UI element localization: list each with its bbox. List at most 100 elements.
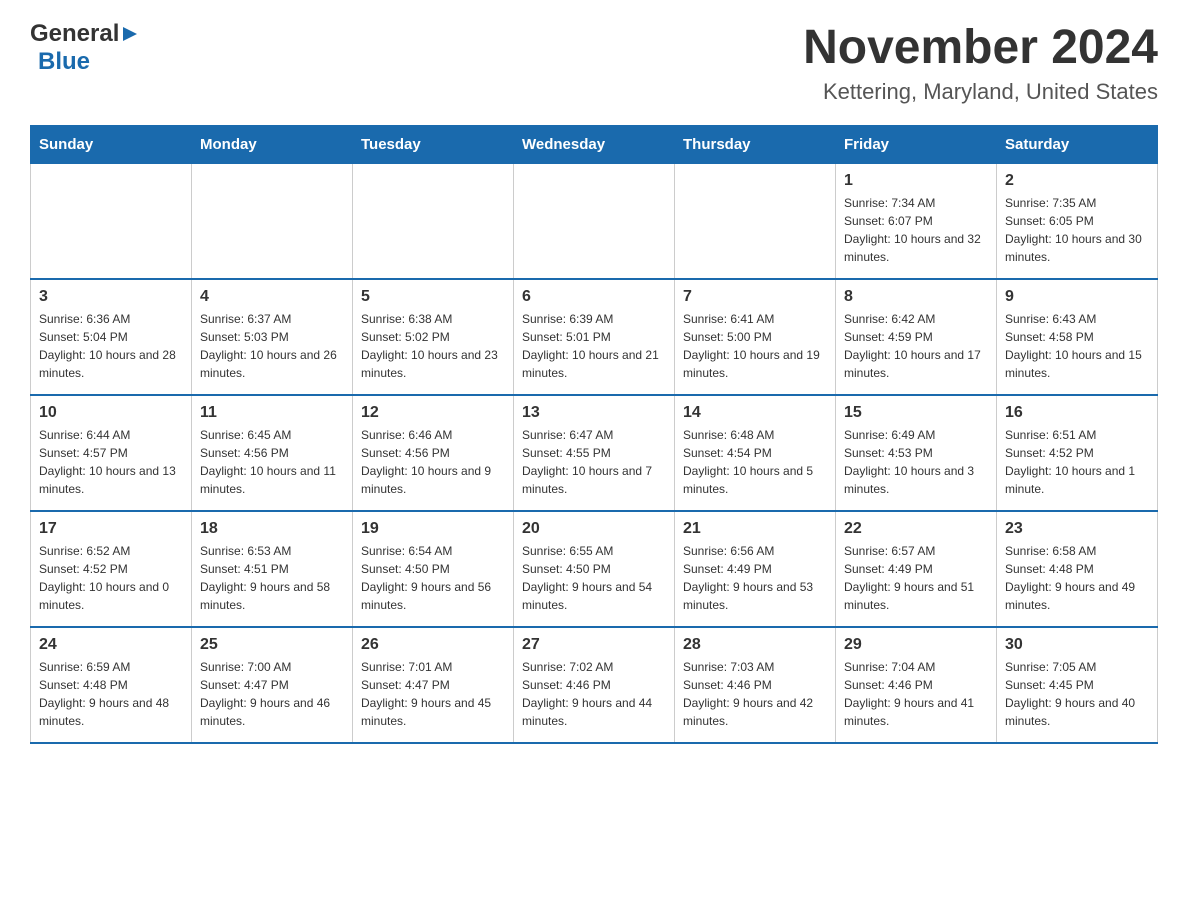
calendar-cell: 17 Sunrise: 6:52 AM Sunset: 4:52 PM Dayli… bbox=[31, 511, 192, 627]
page-header: General Blue November 2024 Kettering, Ma… bbox=[30, 20, 1158, 105]
calendar-cell bbox=[675, 164, 836, 280]
calendar-cell: 4 Sunrise: 6:37 AM Sunset: 5:03 PM Daylig… bbox=[192, 279, 353, 395]
day-number: 20 bbox=[522, 520, 666, 538]
calendar-cell: 12 Sunrise: 6:46 AM Sunset: 4:56 PM Dayli… bbox=[353, 395, 514, 511]
day-info: Sunrise: 6:42 AM Sunset: 4:59 PM Dayligh… bbox=[844, 310, 988, 382]
day-info: Sunrise: 6:51 AM Sunset: 4:52 PM Dayligh… bbox=[1005, 426, 1149, 498]
calendar-cell: 2 Sunrise: 7:35 AM Sunset: 6:05 PM Daylig… bbox=[997, 164, 1158, 280]
page-title: November 2024 bbox=[803, 20, 1158, 75]
day-info: Sunrise: 6:55 AM Sunset: 4:50 PM Dayligh… bbox=[522, 542, 666, 614]
calendar-cell: 19Sunrise: 6:54 AM Sunset: 4:50 PM Dayli… bbox=[353, 511, 514, 627]
day-number: 26 bbox=[361, 636, 505, 654]
calendar-cell: 11Sunrise: 6:45 AM Sunset: 4:56 PM Dayli… bbox=[192, 395, 353, 511]
weekday-header-sunday: Sunday bbox=[31, 126, 192, 164]
day-number: 21 bbox=[683, 520, 827, 538]
day-info: Sunrise: 6:44 AM Sunset: 4:57 PM Dayligh… bbox=[39, 426, 183, 498]
weekday-header-friday: Friday bbox=[836, 126, 997, 164]
day-info: Sunrise: 6:45 AM Sunset: 4:56 PM Dayligh… bbox=[200, 426, 344, 498]
day-info: Sunrise: 7:04 AM Sunset: 4:46 PM Dayligh… bbox=[844, 658, 988, 730]
calendar-cell: 22 Sunrise: 6:57 AM Sunset: 4:49 PM Dayli… bbox=[836, 511, 997, 627]
calendar-cell bbox=[31, 164, 192, 280]
calendar-cell: 18 Sunrise: 6:53 AM Sunset: 4:51 PM Dayli… bbox=[192, 511, 353, 627]
day-number: 29 bbox=[844, 636, 988, 654]
day-number: 5 bbox=[361, 288, 505, 306]
calendar-cell: 13 Sunrise: 6:47 AM Sunset: 4:55 PM Dayli… bbox=[514, 395, 675, 511]
day-info: Sunrise: 6:49 AM Sunset: 4:53 PM Dayligh… bbox=[844, 426, 988, 498]
day-number: 12 bbox=[361, 404, 505, 422]
logo: General Blue bbox=[30, 20, 139, 76]
weekday-header-wednesday: Wednesday bbox=[514, 126, 675, 164]
day-number: 27 bbox=[522, 636, 666, 654]
day-number: 22 bbox=[844, 520, 988, 538]
calendar-week-3: 17 Sunrise: 6:52 AM Sunset: 4:52 PM Dayli… bbox=[31, 511, 1158, 627]
logo-blue-text: Blue bbox=[38, 48, 90, 75]
day-number: 7 bbox=[683, 288, 827, 306]
calendar-cell: 5 Sunrise: 6:38 AM Sunset: 5:02 PM Daylig… bbox=[353, 279, 514, 395]
day-number: 16 bbox=[1005, 404, 1149, 422]
day-number: 4 bbox=[200, 288, 344, 306]
day-info: Sunrise: 6:38 AM Sunset: 5:02 PM Dayligh… bbox=[361, 310, 505, 382]
calendar-cell bbox=[192, 164, 353, 280]
day-number: 9 bbox=[1005, 288, 1149, 306]
calendar-cell: 25Sunrise: 7:00 AM Sunset: 4:47 PM Dayli… bbox=[192, 627, 353, 743]
day-number: 10 bbox=[39, 404, 183, 422]
day-number: 18 bbox=[200, 520, 344, 538]
calendar-cell: 10 Sunrise: 6:44 AM Sunset: 4:57 PM Dayli… bbox=[31, 395, 192, 511]
day-info: Sunrise: 6:41 AM Sunset: 5:00 PM Dayligh… bbox=[683, 310, 827, 382]
day-info: Sunrise: 6:39 AM Sunset: 5:01 PM Dayligh… bbox=[522, 310, 666, 382]
day-info: Sunrise: 6:43 AM Sunset: 4:58 PM Dayligh… bbox=[1005, 310, 1149, 382]
day-number: 8 bbox=[844, 288, 988, 306]
calendar-cell: 20 Sunrise: 6:55 AM Sunset: 4:50 PM Dayli… bbox=[514, 511, 675, 627]
calendar-table: SundayMondayTuesdayWednesdayThursdayFrid… bbox=[30, 125, 1158, 744]
day-number: 30 bbox=[1005, 636, 1149, 654]
day-number: 17 bbox=[39, 520, 183, 538]
calendar-cell: 29 Sunrise: 7:04 AM Sunset: 4:46 PM Dayli… bbox=[836, 627, 997, 743]
calendar-cell bbox=[353, 164, 514, 280]
day-number: 1 bbox=[844, 172, 988, 190]
day-info: Sunrise: 6:59 AM Sunset: 4:48 PM Dayligh… bbox=[39, 658, 183, 730]
day-number: 24 bbox=[39, 636, 183, 654]
day-info: Sunrise: 6:53 AM Sunset: 4:51 PM Dayligh… bbox=[200, 542, 344, 614]
day-info: Sunrise: 7:01 AM Sunset: 4:47 PM Dayligh… bbox=[361, 658, 505, 730]
calendar-cell: 14 Sunrise: 6:48 AM Sunset: 4:54 PM Dayli… bbox=[675, 395, 836, 511]
day-number: 15 bbox=[844, 404, 988, 422]
calendar-cell: 6 Sunrise: 6:39 AM Sunset: 5:01 PM Daylig… bbox=[514, 279, 675, 395]
day-info: Sunrise: 7:00 AM Sunset: 4:47 PM Dayligh… bbox=[200, 658, 344, 730]
day-number: 2 bbox=[1005, 172, 1149, 190]
day-info: Sunrise: 7:02 AM Sunset: 4:46 PM Dayligh… bbox=[522, 658, 666, 730]
calendar-week-2: 10 Sunrise: 6:44 AM Sunset: 4:57 PM Dayli… bbox=[31, 395, 1158, 511]
day-number: 6 bbox=[522, 288, 666, 306]
day-info: Sunrise: 6:56 AM Sunset: 4:49 PM Dayligh… bbox=[683, 542, 827, 614]
weekday-header-tuesday: Tuesday bbox=[353, 126, 514, 164]
calendar-cell: 27 Sunrise: 7:02 AM Sunset: 4:46 PM Dayli… bbox=[514, 627, 675, 743]
day-info: Sunrise: 6:46 AM Sunset: 4:56 PM Dayligh… bbox=[361, 426, 505, 498]
day-number: 28 bbox=[683, 636, 827, 654]
weekday-header-monday: Monday bbox=[192, 126, 353, 164]
day-info: Sunrise: 7:34 AM Sunset: 6:07 PM Dayligh… bbox=[844, 194, 988, 266]
day-number: 3 bbox=[39, 288, 183, 306]
calendar-cell: 7 Sunrise: 6:41 AM Sunset: 5:00 PM Daylig… bbox=[675, 279, 836, 395]
day-number: 23 bbox=[1005, 520, 1149, 538]
calendar-cell: 28 Sunrise: 7:03 AM Sunset: 4:46 PM Dayli… bbox=[675, 627, 836, 743]
day-info: Sunrise: 6:37 AM Sunset: 5:03 PM Dayligh… bbox=[200, 310, 344, 382]
day-info: Sunrise: 6:54 AM Sunset: 4:50 PM Dayligh… bbox=[361, 542, 505, 614]
calendar-week-0: 1 Sunrise: 7:34 AM Sunset: 6:07 PM Daylig… bbox=[31, 164, 1158, 280]
day-info: Sunrise: 6:52 AM Sunset: 4:52 PM Dayligh… bbox=[39, 542, 183, 614]
day-info: Sunrise: 6:47 AM Sunset: 4:55 PM Dayligh… bbox=[522, 426, 666, 498]
calendar-cell: 3Sunrise: 6:36 AM Sunset: 5:04 PM Daylig… bbox=[31, 279, 192, 395]
day-info: Sunrise: 7:03 AM Sunset: 4:46 PM Dayligh… bbox=[683, 658, 827, 730]
day-info: Sunrise: 6:48 AM Sunset: 4:54 PM Dayligh… bbox=[683, 426, 827, 498]
calendar-cell: 15 Sunrise: 6:49 AM Sunset: 4:53 PM Dayli… bbox=[836, 395, 997, 511]
calendar-cell: 9 Sunrise: 6:43 AM Sunset: 4:58 PM Daylig… bbox=[997, 279, 1158, 395]
calendar-cell: 1 Sunrise: 7:34 AM Sunset: 6:07 PM Daylig… bbox=[836, 164, 997, 280]
day-number: 14 bbox=[683, 404, 827, 422]
day-number: 13 bbox=[522, 404, 666, 422]
weekday-header-saturday: Saturday bbox=[997, 126, 1158, 164]
calendar-week-1: 3Sunrise: 6:36 AM Sunset: 5:04 PM Daylig… bbox=[31, 279, 1158, 395]
day-info: Sunrise: 7:35 AM Sunset: 6:05 PM Dayligh… bbox=[1005, 194, 1149, 266]
page-subtitle: Kettering, Maryland, United States bbox=[803, 79, 1158, 105]
title-section: November 2024 Kettering, Maryland, Unite… bbox=[803, 20, 1158, 105]
calendar-cell bbox=[514, 164, 675, 280]
day-info: Sunrise: 6:57 AM Sunset: 4:49 PM Dayligh… bbox=[844, 542, 988, 614]
calendar-cell: 16 Sunrise: 6:51 AM Sunset: 4:52 PM Dayli… bbox=[997, 395, 1158, 511]
